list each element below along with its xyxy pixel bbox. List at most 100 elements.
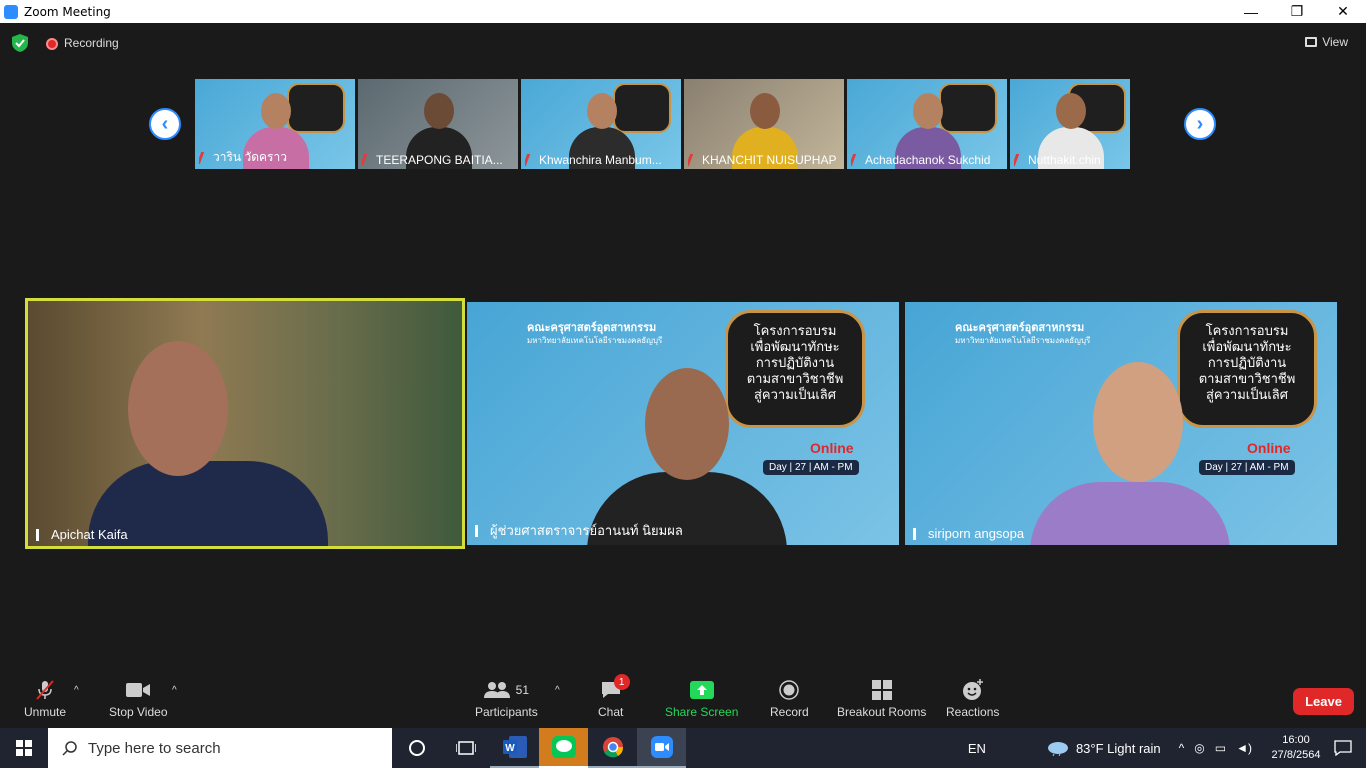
meet-now-icon[interactable]: ◎ — [1194, 741, 1204, 755]
word-app-button[interactable]: W — [490, 728, 539, 768]
view-grid-icon — [1305, 37, 1318, 47]
participant-thumbnail[interactable]: TEERAPONG BAITIA... — [358, 79, 518, 169]
breakout-rooms-button[interactable]: Breakout Rooms — [837, 679, 926, 719]
participants-button[interactable]: 51 Participants — [475, 679, 538, 719]
leave-button[interactable]: Leave — [1293, 688, 1354, 715]
slide-board: โครงการอบรม เพื่อพัฒนาทักษะ การปฏิบัติงา… — [1177, 310, 1317, 428]
board-line: สู่ความเป็นเลิศ — [1205, 387, 1289, 402]
active-speaker-tile[interactable]: Apichat Kaifa — [25, 298, 465, 549]
line-icon — [551, 736, 576, 758]
video-options-chevron-icon[interactable]: ^ — [172, 685, 177, 696]
view-label: View — [1322, 35, 1348, 49]
thumbnail-name: วาริน วัดคราว — [213, 150, 287, 164]
close-button[interactable]: ✕ — [1320, 0, 1366, 23]
window-title: Zoom Meeting — [24, 4, 111, 19]
reactions-label: Reactions — [946, 705, 1000, 719]
line-app-button[interactable] — [539, 728, 588, 768]
breakout-rooms-label: Breakout Rooms — [837, 705, 927, 719]
task-view-button[interactable] — [441, 728, 490, 768]
security-shield-icon[interactable] — [12, 34, 28, 52]
record-button[interactable]: Record — [770, 679, 809, 719]
maximize-button[interactable]: ❐ — [1274, 0, 1320, 23]
pin-icon — [475, 524, 484, 537]
participant-thumbnail[interactable]: Nutthakit.chin — [1010, 79, 1130, 169]
tile-name: ผู้ช่วยศาสตราจารย์อานนท์ นิยมผล — [490, 523, 683, 538]
weather-label[interactable]: 83°F Light rain — [1076, 741, 1161, 756]
slide-board — [613, 83, 671, 133]
taskbar-search-box[interactable]: Type here to search — [48, 728, 392, 768]
meeting-toolbar: Unmute ^ Stop Video ^ 51 Participants ^ … — [0, 673, 1366, 728]
clock-date: 27/8/2564 — [1271, 749, 1321, 761]
strip-next-button[interactable]: › — [1184, 108, 1216, 140]
thumbnail-name: Nutthakit.chin — [1028, 153, 1101, 167]
muted-mic-icon — [851, 154, 864, 166]
muted-mic-icon — [525, 154, 538, 166]
board-line: เพื่อพัฒนาทักษะ — [1202, 339, 1292, 354]
video-tile[interactable]: คณะครุศาสตร์อุตสาหกรรม มหาวิทยาลัยเทคโนโ… — [905, 302, 1337, 545]
board-line: สู่ความเป็นเลิศ — [753, 387, 837, 402]
search-icon — [62, 741, 77, 756]
participants-chevron-icon[interactable]: ^ — [555, 685, 560, 696]
pin-icon — [913, 527, 922, 540]
tile-name: siriporn angsopa — [928, 526, 1025, 541]
thumbnail-name: KHANCHIT NUISUPHAP — [702, 153, 837, 167]
start-button[interactable] — [0, 728, 48, 768]
participant-thumbnail[interactable]: KHANCHIT NUISUPHAP — [684, 79, 844, 169]
reactions-smiley-icon — [962, 679, 983, 700]
system-tray: EN 83°F Light rain ^ ◎ ▭ ◄) 16:00 27/8/2… — [968, 728, 1366, 768]
muted-mic-icon — [1014, 154, 1027, 166]
board-line: การปฏิบัติงาน — [755, 355, 835, 370]
slide-board — [939, 83, 997, 133]
view-button[interactable]: View — [1305, 35, 1348, 49]
stop-video-button[interactable]: Stop Video — [109, 679, 168, 719]
windows-logo-icon — [16, 740, 32, 756]
muted-microphone-icon — [36, 680, 54, 700]
minimize-button[interactable]: — — [1228, 0, 1274, 23]
participant-thumbnail[interactable]: Achadachanok Sukchid — [847, 79, 1007, 169]
notifications-icon[interactable] — [1334, 740, 1352, 756]
share-screen-button[interactable]: Share Screen — [665, 679, 738, 719]
person-face — [261, 93, 291, 129]
unmute-button[interactable]: Unmute — [24, 679, 66, 719]
cortana-button[interactable] — [392, 728, 441, 768]
zoom-app-button[interactable] — [637, 728, 686, 768]
thumbnail-strip: วาริน วัดคราว TEERAPONG BAITIA... Khwanc… — [195, 79, 1130, 169]
breakout-rooms-icon — [871, 680, 892, 700]
record-icon — [779, 680, 800, 700]
person-face — [128, 341, 228, 476]
zoom-app-icon — [4, 4, 18, 19]
window-controls: — ❐ ✕ — [1228, 0, 1366, 23]
tray-overflow-chevron-icon[interactable]: ^ — [1179, 741, 1185, 755]
unmute-label: Unmute — [24, 705, 67, 719]
recording-label: Recording — [64, 36, 119, 50]
title-bar: Zoom Meeting — ❐ ✕ — [0, 0, 1366, 23]
participant-thumbnail[interactable]: Khwanchira Manbum... — [521, 79, 681, 169]
taskbar-clock[interactable]: 16:00 27/8/2564 — [1262, 733, 1330, 763]
board-line: ตามสาขาวิชาชีพ — [746, 371, 844, 386]
person-face — [587, 93, 617, 129]
slide-board: โครงการอบรม เพื่อพัฒนาทักษะ การปฏิบัติงา… — [725, 310, 865, 428]
muted-mic-icon — [688, 154, 701, 166]
person-face — [750, 93, 780, 129]
share-screen-label: Share Screen — [665, 705, 739, 719]
chat-button[interactable]: 1 Chat — [598, 674, 630, 719]
chrome-app-button[interactable] — [588, 728, 637, 768]
participant-thumbnail[interactable]: วาริน วัดคราว — [195, 79, 355, 169]
board-line: เพื่อพัฒนาทักษะ — [750, 339, 840, 354]
chrome-icon — [602, 737, 623, 758]
record-label: Record — [770, 705, 809, 719]
language-indicator[interactable]: EN — [968, 741, 986, 756]
strip-prev-button[interactable]: ‹ — [149, 108, 181, 140]
share-screen-icon — [689, 681, 714, 699]
person-body — [1030, 482, 1230, 545]
reactions-button[interactable]: Reactions — [946, 679, 999, 719]
stop-video-label: Stop Video — [109, 705, 168, 719]
person-face — [1093, 362, 1183, 482]
video-tile[interactable]: คณะครุศาสตร์อุตสาหกรรม มหาวิทยาลัยเทคโนโ… — [467, 302, 899, 545]
battery-icon[interactable]: ▭ — [1215, 741, 1226, 755]
participants-label: Participants — [475, 705, 538, 719]
volume-icon[interactable]: ◄) — [1236, 741, 1252, 755]
audio-options-chevron-icon[interactable]: ^ — [74, 685, 79, 696]
slide-board — [287, 83, 345, 133]
slide-university: มหาวิทยาลัยเทคโนโลยีราชมงคลธัญบุรี — [955, 336, 1091, 345]
